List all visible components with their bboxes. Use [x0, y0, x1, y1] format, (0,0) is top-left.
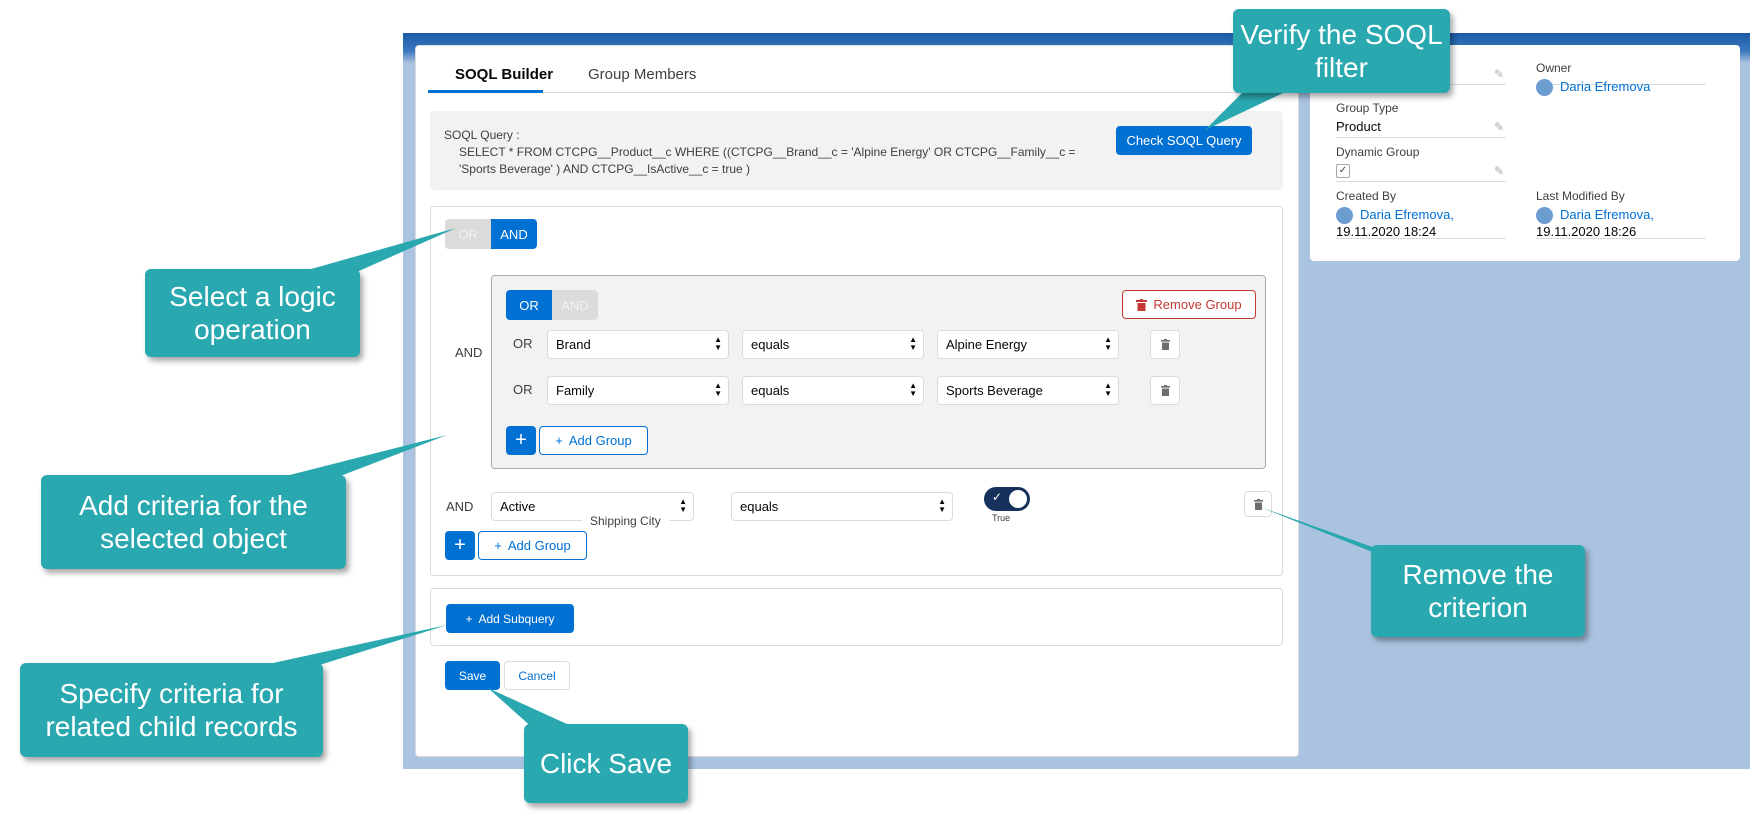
callout-remove-text: Remove the criterion — [1402, 559, 1554, 623]
callout-remove: Remove the criterion — [1371, 545, 1585, 637]
pointer-logic — [290, 228, 456, 275]
callout-verify: Verify the SOQL filter — [1233, 9, 1450, 93]
pointer-criteria — [270, 435, 447, 480]
callout-logic: Select a logic operation — [145, 269, 360, 357]
callout-criteria-text: Add criteria for the selected object — [79, 490, 308, 554]
callout-save-text: Click Save — [539, 748, 673, 779]
callout-save: Click Save — [524, 724, 688, 803]
callout-child: Specify criteria for related child recor… — [20, 663, 323, 757]
callout-child-text: Specify criteria for related child recor… — [45, 678, 298, 742]
callout-criteria: Add criteria for the selected object — [41, 475, 346, 569]
pointer-child — [250, 625, 447, 668]
callout-logic-text: Select a logic operation — [169, 281, 336, 345]
callout-verify-text: Verify the SOQL filter — [1240, 19, 1443, 83]
